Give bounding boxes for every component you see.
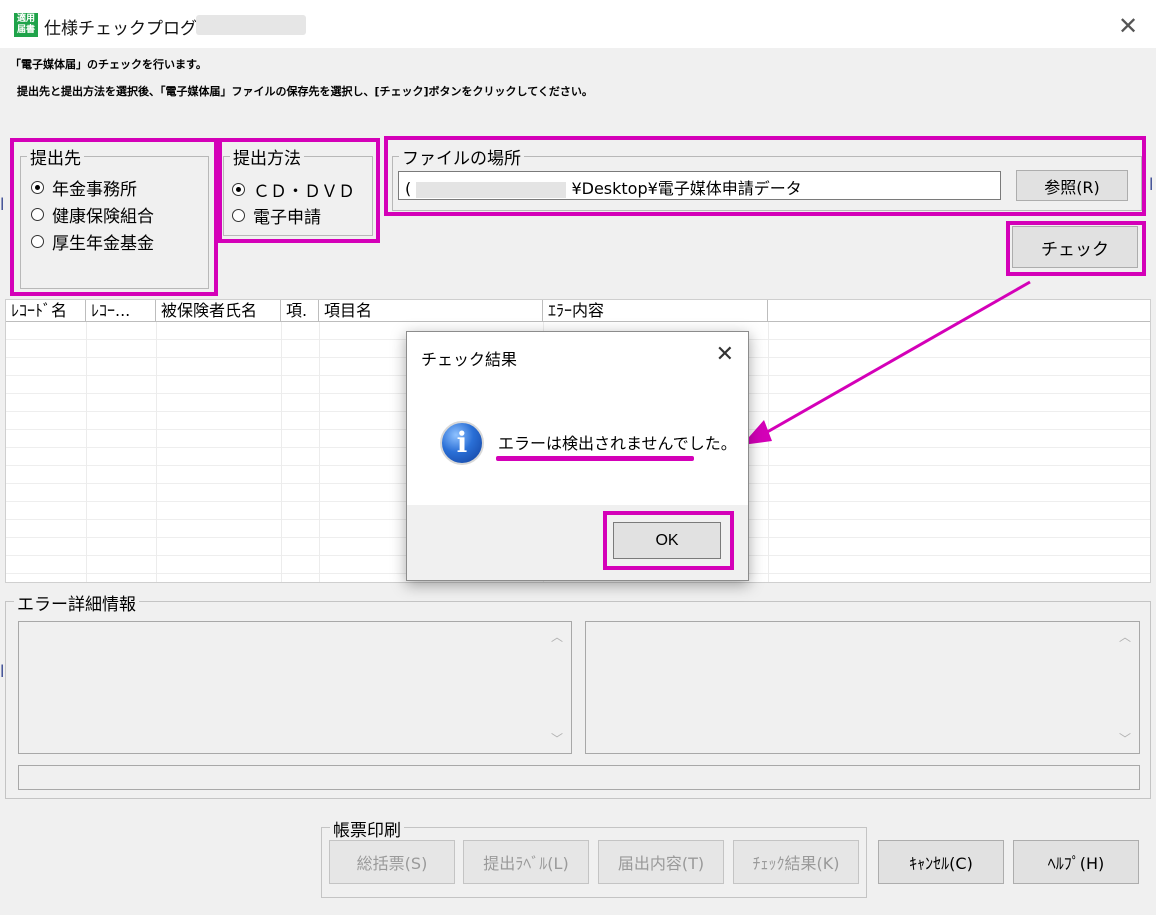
dialog-message: エラーは検出されませんでした。 bbox=[498, 434, 737, 453]
error-detail-group: エラー詳細情報 ︿ ﹀ ︿ ﹀ bbox=[5, 590, 1151, 799]
highlight-destination bbox=[10, 138, 218, 296]
window-close-icon[interactable]: ✕ bbox=[1114, 12, 1142, 40]
col-item-name[interactable]: 項目名 bbox=[319, 300, 543, 321]
error-detail-left-textbox[interactable]: ︿ ﹀ bbox=[18, 621, 572, 754]
cancel-button[interactable]: ｷｬﾝｾﾙ(C) bbox=[878, 840, 1004, 884]
col-error-content[interactable]: ｴﾗｰ内容 bbox=[543, 300, 768, 321]
title-bar: 適用届書 仕様チェックプログラム ✕ bbox=[0, 0, 1156, 48]
scroll-up-icon[interactable]: ︿ bbox=[551, 628, 563, 645]
grid-column-line bbox=[156, 322, 157, 582]
print-legend: 帳票印刷 bbox=[330, 816, 404, 841]
scroll-down-icon[interactable]: ﹀ bbox=[551, 730, 563, 747]
error-detail-legend: エラー詳細情報 bbox=[14, 590, 139, 615]
col-insured-name[interactable]: 被保険者氏名 bbox=[156, 300, 281, 321]
dialog-close-icon[interactable]: ✕ bbox=[716, 342, 734, 367]
print-summary-button[interactable]: 総括票(S) bbox=[329, 840, 455, 884]
app-logo-icon: 適用届書 bbox=[14, 13, 38, 37]
highlight-file-location bbox=[384, 136, 1146, 216]
col-item-no[interactable]: 項. bbox=[281, 300, 319, 321]
scroll-up-icon[interactable]: ︿ bbox=[1119, 628, 1131, 645]
col-record-no[interactable]: ﾚｺｰ... bbox=[86, 300, 156, 321]
highlight-message-underline bbox=[496, 456, 694, 461]
help-button[interactable]: ﾍﾙﾌﾟ(H) bbox=[1013, 840, 1139, 884]
instruction-line-1: 「電子媒体届」のチェックを行います。 bbox=[10, 58, 207, 71]
highlight-method bbox=[218, 138, 380, 243]
scroll-down-icon[interactable]: ﹀ bbox=[1119, 730, 1131, 747]
dialog-title: チェック結果 bbox=[421, 350, 518, 369]
grid-column-line bbox=[281, 322, 282, 582]
print-content-button[interactable]: 届出内容(T) bbox=[598, 840, 724, 884]
redacted-title-part bbox=[196, 15, 306, 35]
error-detail-status-bar bbox=[18, 765, 1140, 790]
print-label-button[interactable]: 提出ﾗﾍﾞﾙ(L) bbox=[463, 840, 589, 884]
grid-column-line bbox=[768, 322, 769, 582]
edge-fragment: | bbox=[1149, 176, 1154, 190]
instruction-line-2: 提出先と提出方法を選択後、「電子媒体届」ファイルの保存先を選択し、[チェック]ボ… bbox=[17, 85, 593, 98]
grid-column-line bbox=[86, 322, 87, 582]
edge-fragment: | bbox=[0, 663, 5, 677]
error-detail-right-textbox[interactable]: ︿ ﹀ bbox=[585, 621, 1140, 754]
info-icon: i bbox=[440, 421, 484, 465]
grid-header: ﾚｺｰﾄﾞ名 ﾚｺｰ... 被保険者氏名 項. 項目名 ｴﾗｰ内容 bbox=[6, 300, 1150, 322]
col-record-name[interactable]: ﾚｺｰﾄﾞ名 bbox=[6, 300, 86, 321]
highlight-check-button bbox=[1006, 221, 1146, 276]
grid-column-line bbox=[319, 322, 320, 582]
check-result-dialog: チェック結果 ✕ i エラーは検出されませんでした。 OK bbox=[406, 331, 749, 581]
print-check-result-button[interactable]: ﾁｪｯｸ結果(K) bbox=[733, 840, 859, 884]
edge-fragment: | bbox=[0, 196, 5, 210]
highlight-ok-button bbox=[603, 511, 734, 570]
